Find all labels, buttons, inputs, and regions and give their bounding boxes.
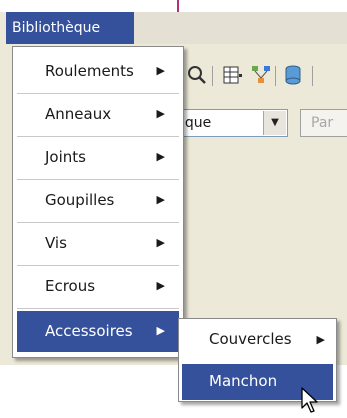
callout-pointer-line xyxy=(177,0,179,12)
menu-item-label: Ecrous xyxy=(45,277,96,295)
toolbar-separator xyxy=(212,66,213,86)
menu-item-label: Accessoires xyxy=(45,322,133,340)
library-combo-value: ique xyxy=(181,115,212,131)
mouse-pointer-icon xyxy=(300,386,324,414)
submenu-arrow-icon: ▶ xyxy=(156,324,165,337)
bibliotheque-menu: Roulements ▶ Anneaux ▶ Joints ▶ Goupille… xyxy=(12,46,184,358)
network-icon[interactable] xyxy=(250,64,272,86)
menu-item-vis[interactable]: Vis ▶ xyxy=(17,223,179,264)
menu-item-roulements[interactable]: Roulements ▶ xyxy=(17,51,179,92)
submenu-arrow-icon: ▶ xyxy=(156,150,165,163)
database-icon[interactable] xyxy=(282,64,304,86)
menu-item-anneaux[interactable]: Anneaux ▶ xyxy=(17,94,179,135)
toolbar xyxy=(182,58,347,92)
secondary-combo-value: Par xyxy=(311,115,334,131)
menubar xyxy=(134,12,347,44)
submenu-item-label: Couvercles xyxy=(209,330,292,348)
submenu-arrow-icon: ▶ xyxy=(156,279,165,292)
menu-item-ecrous[interactable]: Ecrous ▶ xyxy=(17,266,179,307)
secondary-combo[interactable]: Par xyxy=(300,109,347,137)
grid-icon[interactable] xyxy=(222,64,244,86)
menu-bibliotheque[interactable]: Bibliothèque xyxy=(6,12,134,44)
menu-item-label: Goupilles xyxy=(45,191,115,209)
menu-item-label: Roulements xyxy=(45,62,134,80)
menu-separator xyxy=(17,308,179,309)
chevron-down-icon[interactable]: ▼ xyxy=(263,111,286,135)
submenu-arrow-icon: ▶ xyxy=(156,236,165,249)
submenu-arrow-icon: ▶ xyxy=(156,107,165,120)
menu-item-label: Anneaux xyxy=(45,105,112,123)
submenu-arrow-icon: ▶ xyxy=(156,64,165,77)
library-combo[interactable]: ique ▼ xyxy=(178,109,288,137)
submenu-item-label: Manchon xyxy=(209,372,278,390)
menu-item-goupilles[interactable]: Goupilles ▶ xyxy=(17,180,179,221)
menu-item-joints[interactable]: Joints ▶ xyxy=(17,137,179,178)
toolbar-separator xyxy=(275,66,276,86)
submenu-arrow-icon: ▶ xyxy=(156,193,165,206)
menu-item-label: Joints xyxy=(45,148,86,166)
search-icon[interactable] xyxy=(186,64,208,86)
menu-item-label: Vis xyxy=(45,234,67,252)
menu-item-accessoires[interactable]: Accessoires ▶ xyxy=(17,311,179,352)
submenu-item-couvercles[interactable]: Couvercles ▶ xyxy=(182,322,333,358)
submenu-arrow-icon: ▶ xyxy=(316,333,325,346)
toolbar-separator xyxy=(312,66,313,86)
